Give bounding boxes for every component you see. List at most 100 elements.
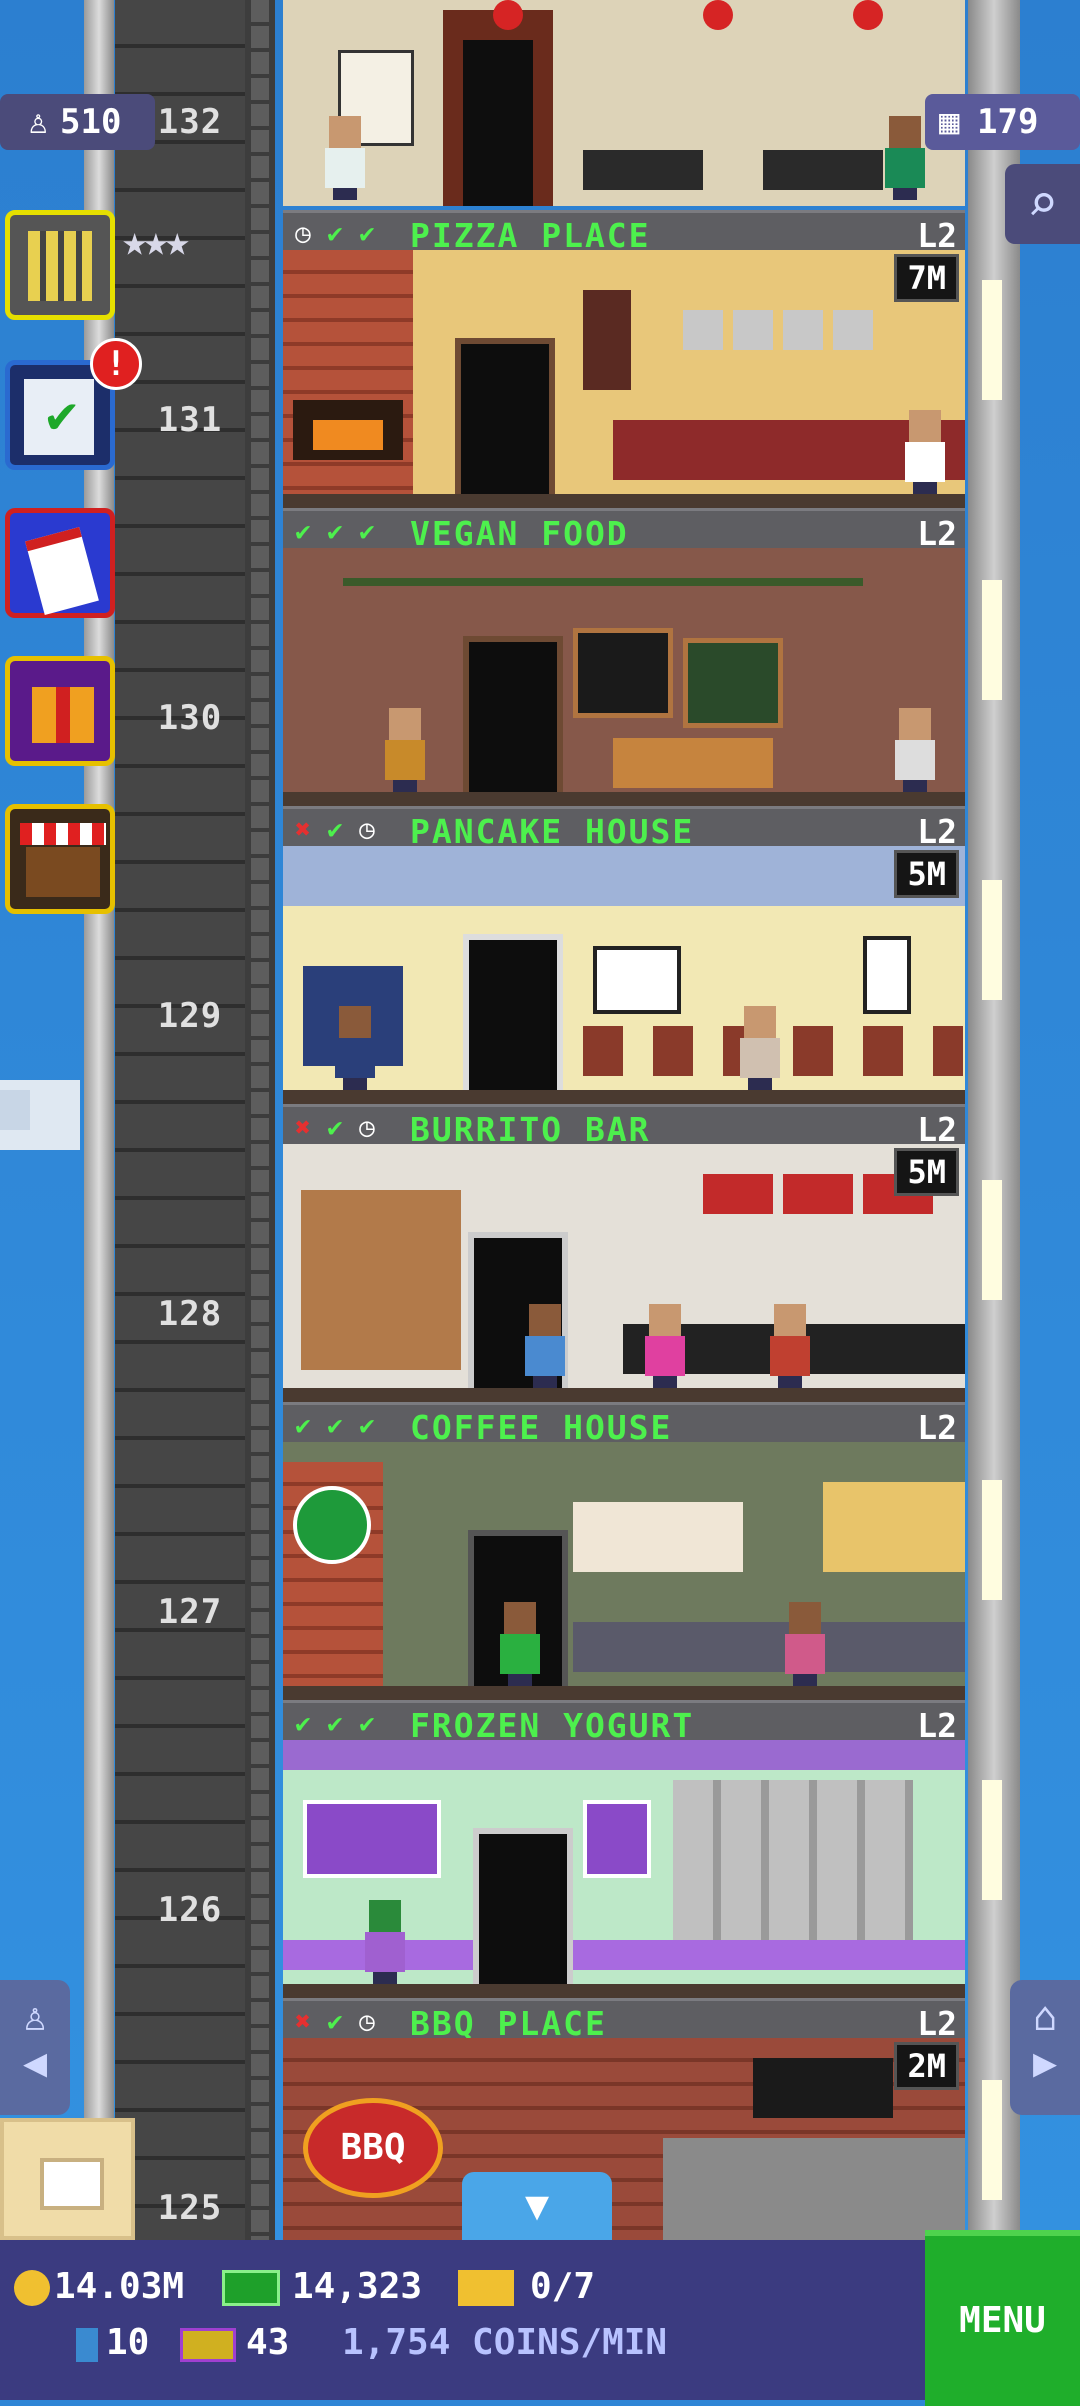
door — [455, 338, 555, 494]
bux-icon — [222, 2270, 280, 2306]
window-light — [982, 1480, 1002, 1600]
calendar-button[interactable] — [5, 508, 115, 618]
floor-header: ✔ ✔ ✔ COFFEE HOUSE L2 — [283, 1402, 965, 1447]
inventory-button[interactable] — [0, 2118, 135, 2240]
room-interior: BBQ — [283, 2038, 965, 2240]
elevator-rail — [251, 0, 269, 2240]
room-interior — [283, 846, 965, 1104]
bux-value: 14,323 — [292, 2266, 423, 2307]
x-icon: ✖ — [295, 1113, 311, 1143]
tickets-value: 0/7 — [530, 2266, 596, 2307]
calendar-icon — [25, 527, 99, 615]
bitizens-badge[interactable]: ▦ 179 — [925, 94, 1080, 150]
floor-pizza-place[interactable]: ◷ ✔ ✔ PIZZA PLACE L2 7M — [283, 210, 965, 508]
table — [763, 150, 883, 190]
vip-icon — [180, 2328, 236, 2362]
floor-ground — [283, 1090, 965, 1104]
bitizen-count: 179 — [977, 102, 1039, 142]
bitizen[interactable] — [333, 1006, 377, 1090]
check-icon: ✔ — [327, 815, 343, 845]
coins-value: 14.03M — [54, 2266, 185, 2307]
coin-icon — [14, 2270, 50, 2306]
floor-bbq-place[interactable]: ✖ ✔ ◷ BBQ PLACE L2 BBQ 2M — [283, 1998, 965, 2240]
check-icon: ✔ — [295, 1709, 311, 1739]
floor-number: 131 — [157, 400, 223, 440]
notification-badge: ! — [90, 338, 142, 390]
check-icon: ✔ — [295, 1411, 311, 1441]
room-interior — [283, 548, 965, 806]
floor-number: 132 — [157, 102, 223, 142]
floor-burrito-bar[interactable]: ✖ ✔ ◷ BURRITO BAR L2 5M — [283, 1104, 965, 1402]
gift-button[interactable] — [5, 656, 115, 766]
elevator-left-button[interactable]: ♙ ◀ — [0, 1980, 70, 2115]
floor-header: ✖ ✔ ◷ BURRITO BAR L2 — [283, 1104, 965, 1149]
bitizen[interactable] — [498, 1602, 542, 1686]
check-icon: ✔ — [327, 219, 343, 249]
floor-coffee-house[interactable]: ✔ ✔ ✔ COFFEE HOUSE L2 — [283, 1402, 965, 1700]
bitizen[interactable] — [893, 708, 937, 792]
search-icon: ⌕ — [1026, 174, 1059, 234]
elevator-right-button[interactable]: ⌂ ▶ — [1010, 1980, 1080, 2115]
box-icon — [40, 2158, 104, 2210]
room-interior — [283, 1442, 965, 1700]
vip-value: 43 — [246, 2322, 290, 2363]
picture-frame — [593, 946, 681, 1014]
menu-board — [583, 290, 631, 390]
search-button[interactable]: ⌕ — [1005, 164, 1080, 244]
building-icon: ▦ — [939, 102, 960, 142]
check-icon: ✔ — [359, 517, 375, 547]
menu-board — [753, 2058, 893, 2118]
check-icon: ✔ — [327, 1709, 343, 1739]
bitizen[interactable] — [883, 116, 927, 200]
floor-ground — [283, 792, 965, 806]
bitizen[interactable] — [783, 1602, 827, 1686]
price-tag: 2M — [894, 2042, 959, 2090]
stall-icon — [26, 847, 100, 897]
menu-button[interactable]: MENU — [925, 2230, 1080, 2406]
floor-header: ✔ ✔ ✔ VEGAN FOOD L2 — [283, 508, 965, 553]
bitizen[interactable] — [383, 708, 427, 792]
floor-ground — [283, 1388, 965, 1402]
bitizen[interactable] — [323, 116, 367, 200]
bitizen[interactable] — [363, 1900, 407, 1984]
clock-icon: ◷ — [359, 2007, 375, 2037]
x-icon: ✖ — [295, 815, 311, 845]
floor-132-room[interactable] — [283, 0, 965, 210]
check-icon: ✔ — [359, 1411, 375, 1441]
clock-icon: ◷ — [359, 1113, 375, 1143]
home-icon: ⌂ — [1032, 1994, 1058, 2040]
lantern — [493, 0, 523, 30]
chalkboard — [573, 628, 673, 718]
check-icon: ✔ — [295, 517, 311, 547]
room-interior — [283, 1740, 965, 1998]
bitizen[interactable] — [738, 1006, 782, 1090]
ceiling — [283, 846, 965, 906]
scroll-down-button[interactable]: ▼ — [462, 2172, 612, 2240]
population-badge[interactable]: ♙ 510 — [0, 94, 155, 150]
gift-ribbon — [56, 687, 70, 743]
floor-vegan-food[interactable]: ✔ ✔ ✔ VEGAN FOOD L2 — [283, 508, 965, 806]
bitizen[interactable] — [643, 1304, 687, 1388]
population-count: 510 — [60, 102, 122, 142]
door — [473, 1828, 573, 1984]
clock-icon: ◷ — [295, 219, 311, 249]
x-icon: ✖ — [295, 2007, 311, 2037]
bitizen[interactable] — [523, 1304, 567, 1388]
bitizen[interactable] — [903, 410, 947, 494]
coffee-cup-icon — [293, 1486, 371, 1564]
room-interior — [283, 0, 965, 206]
lantern — [853, 0, 883, 30]
check-icon: ✔ — [327, 1411, 343, 1441]
floor-number: 130 — [157, 698, 223, 738]
floor-number: 126 — [157, 1890, 223, 1930]
floor-frozen-yogurt[interactable]: ✔ ✔ ✔ FROZEN YOGURT L2 — [283, 1700, 965, 1998]
price-tag: 7M — [894, 254, 959, 302]
plates-decor — [683, 310, 883, 350]
right-frame-column — [968, 0, 1020, 2240]
tower-overview-button[interactable] — [5, 210, 115, 320]
market-button[interactable] — [5, 804, 115, 914]
clock-icon: ◷ — [359, 815, 375, 845]
bitizen[interactable] — [768, 1304, 812, 1388]
floor-pancake-house[interactable]: ✖ ✔ ◷ PANCAKE HOUSE L2 5M — [283, 806, 965, 1104]
check-icon: ✔ — [46, 385, 78, 445]
